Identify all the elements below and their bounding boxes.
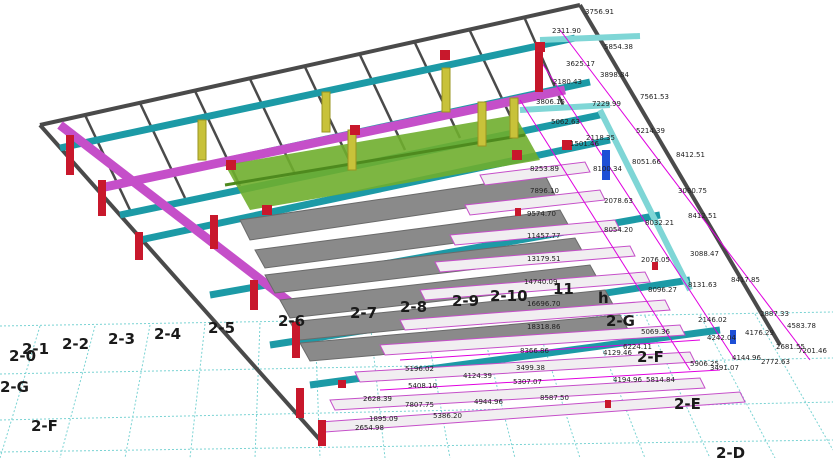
dimension-text: 2772.63 (761, 358, 790, 366)
dimension-text: 3491.07 (710, 364, 739, 372)
dimension-text: 6224.11 (623, 343, 652, 351)
dimension-text: 7201.46 (798, 347, 827, 355)
dimension-text: 4176.29 (745, 329, 774, 337)
grid-label-2-8: 2-8 (400, 298, 427, 316)
grid-label-2-E: 2-E (674, 395, 701, 413)
dimension-text: 11457.77 (527, 232, 560, 240)
dimension-text: 4124.39 (463, 372, 492, 380)
dimension-text: 3806.15 (536, 98, 565, 106)
dimension-text: 14740.09 (524, 278, 557, 286)
dimension-text: 1895.09 (369, 415, 398, 423)
dimension-text: 5196.02 (405, 365, 434, 373)
grid-label-2-9: 2-9 (452, 292, 479, 310)
grid-label-2-5: 2-5 (208, 319, 235, 337)
grid-label-2-D: 2-D (716, 444, 745, 458)
dimension-text: 8366.86 (520, 347, 549, 355)
dimension-text: 9574.70 (527, 210, 556, 218)
dimension-text: 3898.84 (600, 71, 629, 79)
dimension-text: 2887.33 (760, 310, 789, 318)
dimension-text: 2076.05 (641, 256, 670, 264)
dimension-text: 18318.86 (527, 323, 561, 331)
grid-label-2-2: 2-2 (62, 335, 89, 353)
dimension-text: 8131.63 (688, 281, 717, 289)
dimension-text: 4583.78 (787, 322, 816, 330)
grid-label-2-1: 2-1 (22, 340, 49, 358)
dimension-text: 5854.38 (604, 43, 633, 51)
dimension-text: 5069.36 (641, 328, 670, 336)
dimension-text: 5214.39 (636, 127, 665, 135)
dimension-text: 8032.21 (645, 219, 674, 227)
grid-label-2-10: 2-10 (490, 287, 528, 305)
model-3d-viewport[interactable]: 2-0 2-1 2-2 2-3 2-4 2-5 2-6 2-7 2-8 2-9 … (0, 0, 833, 458)
dimension-text: 8587.50 (540, 394, 569, 402)
dimension-text: 5814.84 (646, 376, 675, 384)
dimension-text: 3756.91 (585, 8, 614, 16)
dimension-text: 8412.51 (676, 151, 705, 159)
grid-label-h: h (598, 289, 609, 307)
dimension-text: 5408.10 (408, 382, 437, 390)
dimension-text: 3625.17 (566, 60, 595, 68)
dimension-text: 5307.07 (513, 378, 542, 386)
grid-label-2-F-left: 2-F (31, 417, 58, 435)
grid-label-2-4: 2-4 (154, 325, 181, 343)
dimension-text: 2311.90 (552, 27, 581, 35)
dimension-text: 8100.34 (593, 165, 622, 173)
dimension-text: 7807.75 (405, 401, 434, 409)
grid-label-2-3: 2-3 (108, 330, 135, 348)
dimension-text: 1501.46 (570, 140, 599, 148)
dimension-text: 3499.38 (516, 364, 545, 372)
dimension-text: 4242.04 (707, 334, 736, 342)
grid-label-2-6: 2-6 (278, 312, 305, 330)
column-red (535, 50, 543, 92)
dimension-text: 2180.43 (553, 78, 582, 86)
dimension-text: 3088.47 (690, 250, 719, 258)
dimension-text: 5062.63 (551, 118, 580, 126)
dimension-text: 8054.20 (604, 226, 633, 234)
grid-label-2-7: 2-7 (350, 304, 377, 322)
dimension-text: 2628.39 (363, 395, 392, 403)
dimension-text: 7896.10 (530, 187, 559, 195)
grid-label-2-G-left: 2-G (0, 378, 29, 396)
dimension-text: 8051.66 (632, 158, 661, 166)
dimension-text: 4144.96 (732, 354, 761, 362)
dimension-text: 8253.89 (530, 165, 559, 173)
dimension-text: 8417.85 (731, 276, 760, 284)
dimension-text: 13179.51 (527, 255, 560, 263)
dimension-text: 2078.63 (604, 197, 633, 205)
grid-label-2-G-right: 2-G (606, 312, 635, 330)
dimension-text: 7561.53 (640, 93, 669, 101)
dimension-text: 8412.51 (688, 212, 717, 220)
dimension-text: 2146.02 (698, 316, 727, 324)
dimension-text: 7229.99 (592, 100, 621, 108)
dimension-text: 8096.27 (648, 286, 677, 294)
dimension-text: 5386.20 (433, 412, 462, 420)
dimension-text: 16696.70 (527, 300, 560, 308)
dimension-text: 4944.96 (474, 398, 503, 406)
dimension-text: 3080.75 (678, 187, 707, 195)
dimension-text: 2654.98 (355, 424, 384, 432)
dimension-text: 4194.96 (613, 376, 642, 384)
